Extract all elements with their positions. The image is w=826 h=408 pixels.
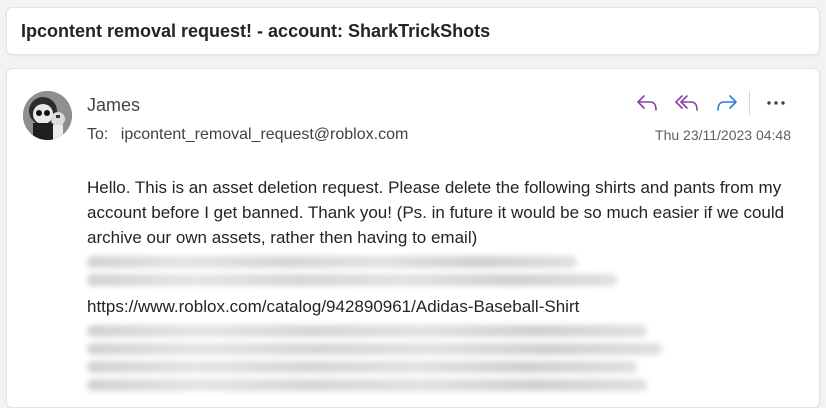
reply-icon: [637, 95, 657, 111]
redacted-link: [87, 361, 637, 373]
message-actions: [627, 89, 796, 117]
forward-icon: [717, 95, 737, 111]
redacted-link: [87, 379, 647, 391]
reply-button[interactable]: [627, 89, 667, 117]
to-label: To:: [87, 126, 109, 143]
redacted-link: [87, 325, 647, 337]
message-body: Hello. This is an asset deletion request…: [87, 175, 787, 397]
more-icon: [767, 101, 785, 105]
reply-all-icon: [675, 95, 698, 111]
actions-divider: [749, 91, 750, 115]
redacted-link: [87, 274, 617, 286]
more-actions-button[interactable]: [756, 89, 796, 117]
message-card: James To: ipcontent_removal_request@robl…: [6, 68, 820, 408]
reply-all-button[interactable]: [667, 89, 707, 117]
message-timestamp: Thu 23/11/2023 04:48: [655, 127, 791, 143]
redacted-link: [87, 256, 577, 268]
subject-title: Ipcontent removal request! - account: Sh…: [21, 21, 491, 41]
redacted-link: [87, 343, 662, 355]
recipient-line: To: ipcontent_removal_request@roblox.com: [87, 126, 408, 144]
avatar-image: [23, 91, 72, 140]
subject-header: Ipcontent removal request! - account: Sh…: [6, 7, 820, 55]
sender-name[interactable]: James: [87, 95, 140, 116]
body-paragraph: Hello. This is an asset deletion request…: [87, 178, 785, 247]
catalog-link[interactable]: https://www.roblox.com/catalog/942890961…: [87, 294, 787, 319]
forward-button[interactable]: [707, 89, 747, 117]
recipient-address[interactable]: ipcontent_removal_request@roblox.com: [121, 126, 409, 143]
avatar[interactable]: [23, 91, 72, 140]
